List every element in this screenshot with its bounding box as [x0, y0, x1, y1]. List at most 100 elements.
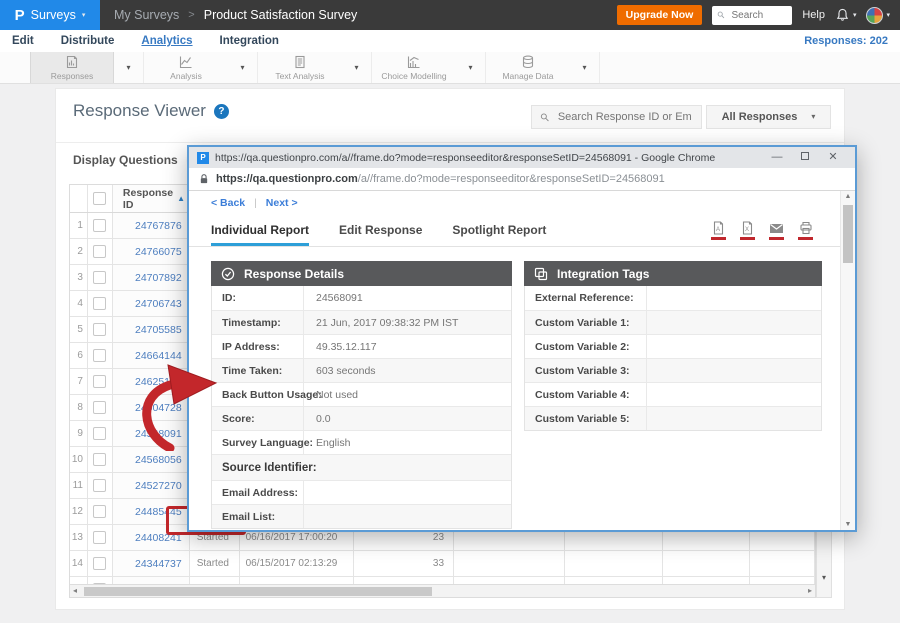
row-checkbox-cell — [88, 499, 113, 524]
bell-icon — [835, 8, 850, 22]
response-id-link[interactable]: 24706743 — [113, 291, 190, 316]
responses-dropdown-caret[interactable]: ▾ — [114, 52, 144, 83]
detail-row: ID: 24568091 — [212, 286, 511, 310]
toolbar-item-text-analysis[interactable]: Text Analysis — [258, 52, 342, 83]
detail-row: Score: 0.0 — [212, 406, 511, 430]
breadcrumb-my-surveys[interactable]: My Surveys — [114, 8, 179, 22]
response-id-link[interactable]: 24767876 — [113, 213, 190, 238]
scroll-down-icon[interactable]: ▾ — [817, 573, 831, 582]
row-checkbox[interactable] — [93, 245, 106, 258]
response-id-link[interactable]: 24485445 — [113, 499, 190, 524]
response-id-link[interactable]: 24766075 — [113, 239, 190, 264]
upgrade-now-button[interactable]: Upgrade Now — [617, 5, 703, 25]
email-export-icon[interactable] — [769, 221, 784, 240]
close-button[interactable]: ✕ — [819, 147, 847, 168]
nav-item-analytics[interactable]: Analytics — [141, 35, 192, 47]
tab-individual-report[interactable]: Individual Report — [211, 217, 309, 246]
response-id-link[interactable]: 24707892 — [113, 265, 190, 290]
integration-label: Custom Variable 3: — [525, 359, 647, 382]
row-checkbox[interactable] — [93, 297, 106, 310]
account-menu[interactable]: ▾ — [866, 7, 890, 24]
toolbar-item-manage-data[interactable]: Manage Data — [486, 52, 570, 83]
check-circle-icon — [221, 267, 235, 281]
detail-label: Source Identifier: — [212, 455, 511, 480]
detail-label: ID: — [212, 286, 304, 310]
row-checkbox[interactable] — [93, 427, 106, 440]
response-id-header[interactable]: Response ID ▲ — [113, 185, 190, 212]
product-menu-label: Surveys — [31, 8, 76, 22]
scroll-left-icon[interactable]: ◂ — [73, 586, 77, 595]
detail-value: 0.0 — [304, 407, 511, 430]
row-checkbox[interactable] — [93, 505, 106, 518]
row-checkbox[interactable] — [93, 323, 106, 336]
product-menu[interactable]: P Surveys ▾ — [0, 0, 100, 30]
toolbar-item-analysis[interactable]: Analysis — [144, 52, 228, 83]
row-checkbox[interactable] — [93, 557, 106, 570]
notifications-menu[interactable]: ▾ — [835, 8, 857, 22]
popup-scrollbar-thumb[interactable] — [843, 205, 853, 263]
toolbar-item-responses[interactable]: Responses — [30, 52, 114, 83]
response-id-link[interactable]: 24664144 — [113, 343, 190, 368]
row-checkbox[interactable] — [93, 401, 106, 414]
integration-value — [647, 311, 821, 334]
text-analysis-dropdown-caret[interactable]: ▾ — [342, 52, 372, 83]
row-checkbox[interactable] — [93, 349, 106, 362]
response-id-link[interactable]: 24568056 — [113, 447, 190, 472]
horizontal-scrollbar[interactable]: ◂ ▸ — [70, 584, 815, 597]
print-icon[interactable] — [798, 221, 813, 240]
row-checkbox[interactable] — [93, 271, 106, 284]
detail-label: IP Address: — [212, 335, 304, 358]
nav-item-distribute[interactable]: Distribute — [61, 35, 115, 47]
help-icon[interactable]: ? — [214, 104, 229, 119]
popup-vertical-scrollbar[interactable]: ▲ ▼ — [840, 191, 855, 530]
nav-item-integration[interactable]: Integration — [220, 35, 279, 47]
minimize-button[interactable]: — — [763, 147, 791, 168]
next-link[interactable]: Next > — [266, 197, 298, 209]
response-id-link[interactable]: 24568091 — [113, 421, 190, 446]
excel-export-icon[interactable]: X — [740, 221, 755, 240]
window-titlebar[interactable]: P https://qa.questionpro.com/a//frame.do… — [189, 147, 855, 168]
window-title: https://qa.questionpro.com/a//frame.do?m… — [215, 152, 757, 164]
manage-data-dropdown-caret[interactable]: ▾ — [570, 52, 600, 83]
breadcrumb: My Surveys > Product Satisfaction Survey — [114, 8, 357, 22]
response-details-body: ID: 24568091 Timestamp: 21 Jun, 2017 09:… — [211, 286, 512, 529]
global-search-input[interactable] — [730, 9, 788, 22]
response-id-link[interactable]: 24625131 — [113, 369, 190, 394]
choice-modelling-dropdown-caret[interactable]: ▾ — [456, 52, 486, 83]
row-number: 10 — [70, 447, 88, 472]
tab-spotlight-report[interactable]: Spotlight Report — [452, 217, 546, 246]
back-link[interactable]: < Back — [211, 197, 245, 209]
response-value: 33 — [354, 551, 454, 576]
integration-label: Custom Variable 2: — [525, 335, 647, 358]
nav-item-edit[interactable]: Edit — [12, 35, 34, 47]
toolbar-item-choice-modelling[interactable]: Choice Modelling — [372, 52, 456, 83]
response-search-input[interactable] — [556, 110, 693, 124]
maximize-button[interactable] — [791, 147, 819, 168]
row-checkbox[interactable] — [93, 479, 106, 492]
horizontal-scrollbar-thumb[interactable] — [84, 587, 432, 596]
row-checkbox[interactable] — [93, 219, 106, 232]
row-checkbox[interactable] — [93, 375, 106, 388]
scroll-right-icon[interactable]: ▸ — [808, 586, 812, 595]
response-id-link[interactable]: 24527270 — [113, 473, 190, 498]
response-id-link[interactable]: 24408241 — [113, 525, 190, 550]
tab-edit-response[interactable]: Edit Response — [339, 217, 422, 246]
detail-value — [304, 481, 511, 504]
help-link[interactable]: Help — [802, 9, 825, 21]
response-id-link[interactable]: 24604728 — [113, 395, 190, 420]
browser-url-bar[interactable]: https://qa.questionpro.com/a//frame.do?m… — [189, 168, 855, 191]
pdf-export-icon[interactable]: A — [711, 221, 726, 240]
row-checkbox[interactable] — [93, 531, 106, 544]
all-responses-dropdown[interactable]: All Responses ▾ — [706, 105, 831, 129]
analysis-dropdown-caret[interactable]: ▾ — [228, 52, 258, 83]
response-id-link[interactable]: 24705585 — [113, 317, 190, 342]
response-id-link[interactable]: 24344737 — [113, 551, 190, 576]
scroll-down-icon[interactable]: ▼ — [841, 521, 855, 528]
response-search-box — [531, 105, 702, 129]
row-checkbox[interactable] — [93, 453, 106, 466]
integration-row: Custom Variable 1: — [525, 310, 821, 334]
scroll-up-icon[interactable]: ▲ — [841, 193, 855, 200]
detail-label: Timestamp: — [212, 311, 304, 334]
select-all-checkbox[interactable] — [93, 192, 106, 205]
detail-row: Back Button Usage: Not used — [212, 382, 511, 406]
